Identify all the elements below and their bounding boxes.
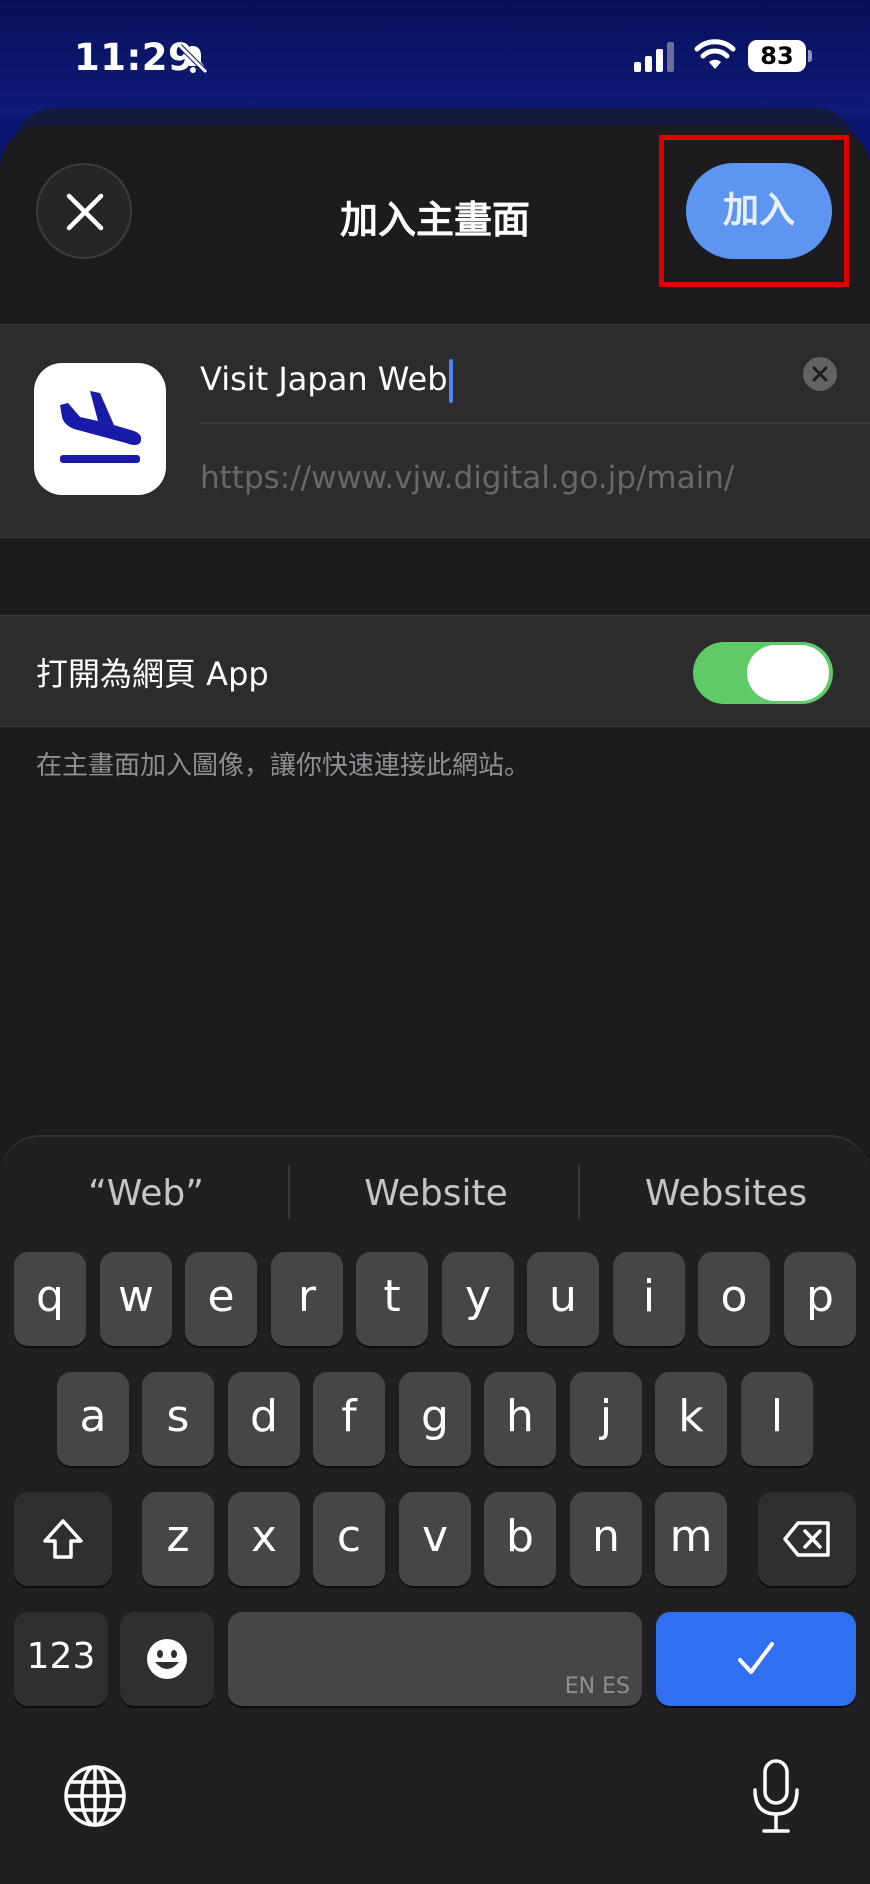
web-app-label: 打開為網頁 App [36, 655, 269, 693]
wifi-icon [694, 39, 736, 69]
microphone-icon[interactable] [750, 1758, 802, 1836]
key-k[interactable]: k [655, 1372, 727, 1466]
key-q[interactable]: q [14, 1252, 86, 1346]
key-d[interactable]: d [228, 1372, 300, 1466]
key-r[interactable]: r [271, 1252, 343, 1346]
checkmark-icon [738, 1642, 774, 1674]
keyboard: “Web” Website Websites q w e r t y u i o… [0, 1135, 870, 1884]
clear-button[interactable] [803, 357, 837, 391]
key-i[interactable]: i [613, 1252, 685, 1346]
globe-icon[interactable] [62, 1763, 128, 1829]
numbers-key[interactable]: 123 [14, 1612, 108, 1706]
key-t[interactable]: t [356, 1252, 428, 1346]
key-o[interactable]: o [698, 1252, 770, 1346]
signal-icon [634, 42, 674, 72]
key-e[interactable]: e [185, 1252, 257, 1346]
key-g[interactable]: g [399, 1372, 471, 1466]
app-url: https://www.vjw.digital.go.jp/main/ [200, 460, 735, 496]
suggestion-divider [578, 1165, 580, 1219]
key-s[interactable]: s [142, 1372, 214, 1466]
app-info-card: Visit Japan Web https://www.vjw.digital.… [0, 324, 870, 538]
clear-icon [812, 366, 828, 382]
suggestion-websites[interactable]: Websites [582, 1173, 870, 1214]
battery-indicator: 83 [748, 40, 806, 72]
key-p[interactable]: p [784, 1252, 856, 1346]
suggestion-web[interactable]: “Web” [2, 1173, 290, 1214]
battery-tip [808, 50, 812, 62]
space-key[interactable]: EN ES [228, 1612, 642, 1706]
space-language-indicator: EN ES [564, 1674, 630, 1699]
key-z[interactable]: z [142, 1492, 214, 1586]
bell-slash-icon [178, 44, 208, 74]
toggle-knob [747, 645, 829, 701]
shift-key[interactable] [14, 1492, 112, 1586]
field-divider [200, 422, 870, 424]
key-b[interactable]: b [484, 1492, 556, 1586]
key-a[interactable]: a [57, 1372, 129, 1466]
app-icon [34, 363, 166, 495]
highlight-box [659, 135, 849, 287]
web-app-toggle-row: 打開為網頁 App [0, 615, 870, 727]
status-bar: 11:29 83 [0, 0, 870, 115]
suggestion-divider [288, 1165, 290, 1219]
done-key[interactable] [656, 1612, 856, 1706]
key-m[interactable]: m [655, 1492, 727, 1586]
key-l[interactable]: l [741, 1372, 813, 1466]
key-y[interactable]: y [442, 1252, 514, 1346]
key-f[interactable]: f [313, 1372, 385, 1466]
shift-icon [43, 1519, 83, 1559]
text-caret [448, 359, 453, 403]
web-app-toggle[interactable] [693, 642, 833, 704]
delete-icon [783, 1521, 830, 1557]
key-u[interactable]: u [527, 1252, 599, 1346]
key-c[interactable]: c [313, 1492, 385, 1586]
airplane-arrival-icon [60, 391, 142, 463]
key-x[interactable]: x [228, 1492, 300, 1586]
key-h[interactable]: h [484, 1372, 556, 1466]
app-name-value: Visit Japan Web [200, 360, 448, 398]
key-j[interactable]: j [570, 1372, 642, 1466]
emoji-key[interactable] [120, 1612, 214, 1706]
footnote: 在主畫面加入圖像，讓你快速連接此網站。 [36, 751, 531, 781]
key-n[interactable]: n [570, 1492, 642, 1586]
key-v[interactable]: v [399, 1492, 471, 1586]
delete-key[interactable] [758, 1492, 856, 1586]
app-name-input[interactable]: Visit Japan Web [200, 351, 780, 407]
suggestion-website[interactable]: Website [292, 1173, 580, 1214]
emoji-icon [147, 1639, 187, 1679]
key-w[interactable]: w [100, 1252, 172, 1346]
